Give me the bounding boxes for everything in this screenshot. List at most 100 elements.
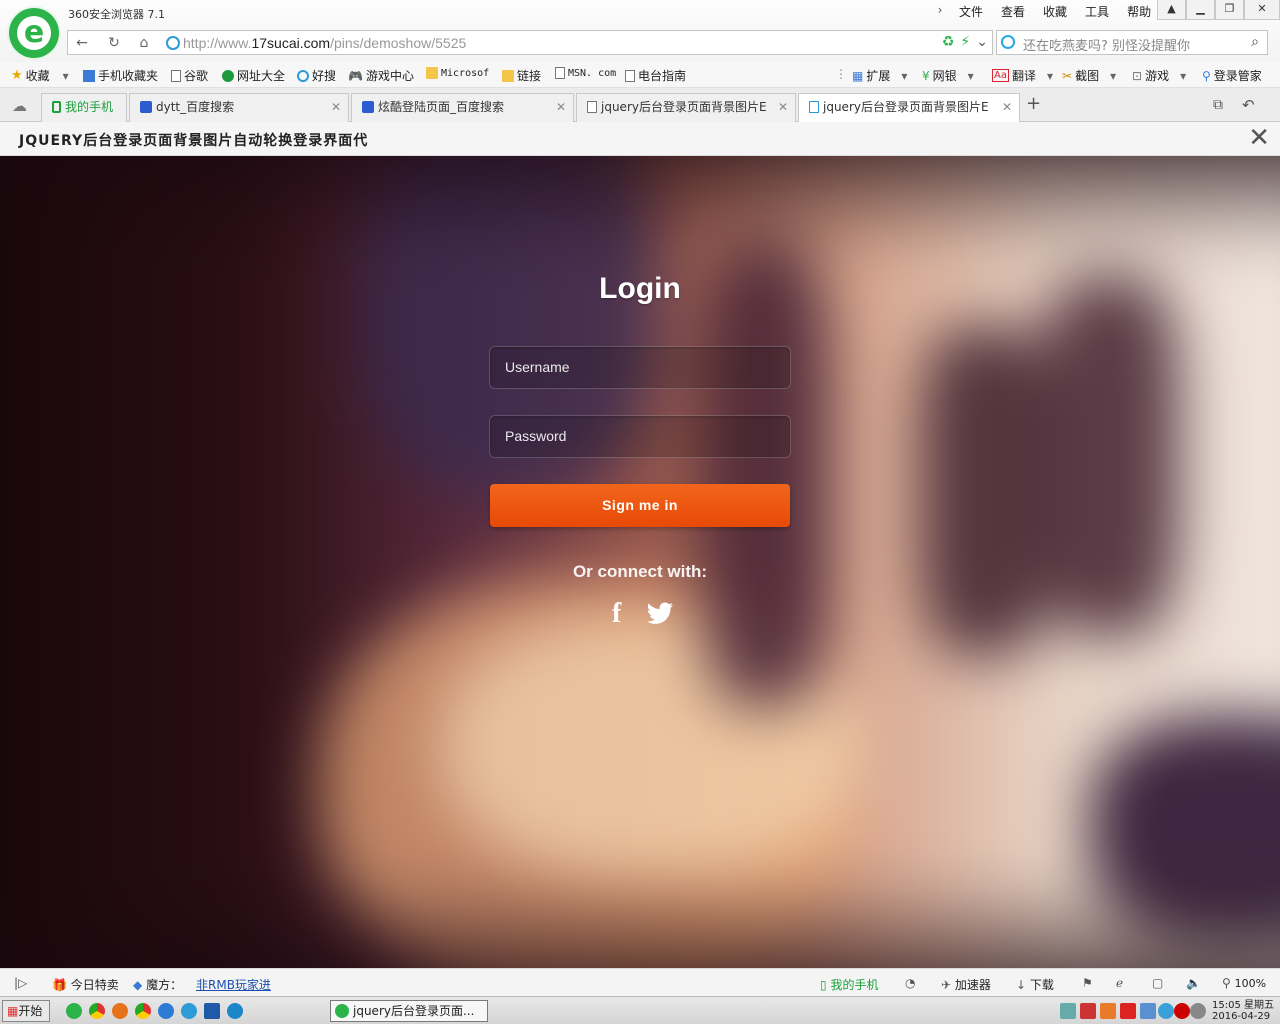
bookmarks-bar: ★ 收藏 ▾ 手机收藏夹 谷歌 网址大全 好搜 🎮 游戏中心 Microsof 链接 … bbox=[0, 62, 1280, 88]
chrome-canary-icon[interactable] bbox=[135, 1003, 151, 1019]
close-demo-icon[interactable]: ✕ bbox=[1248, 125, 1270, 151]
bookmark-google[interactable]: 谷歌 bbox=[171, 67, 208, 84]
clock[interactable]: 15:05 星期五 2016-04-29 bbox=[1212, 1000, 1274, 1022]
zoom-level[interactable]: ⚲ 100% bbox=[1222, 976, 1266, 990]
back-arrow-icon[interactable]: ← bbox=[72, 34, 92, 52]
app-blue-icon[interactable] bbox=[227, 1003, 243, 1019]
url-input[interactable]: http://www.17sucai.com/pins/demoshow/552… bbox=[183, 35, 466, 51]
address-dropdown-icon[interactable]: ⌄ bbox=[976, 34, 988, 50]
page-icon bbox=[809, 101, 819, 113]
maximize-button[interactable]: ❐ bbox=[1215, 0, 1244, 20]
tab-dytt-search[interactable]: dytt_百度搜索 ✕ bbox=[129, 93, 349, 122]
sign-in-button[interactable]: Sign me in bbox=[490, 484, 790, 527]
tray-network-icon[interactable] bbox=[1060, 1003, 1076, 1019]
recycle-icon[interactable]: ♻ bbox=[942, 34, 955, 50]
menu-item-help[interactable]: 帮助 bbox=[1118, 3, 1160, 20]
toolbar-games[interactable]: ⊡ 游戏 ▾ bbox=[1132, 67, 1186, 84]
magic-promo-link[interactable]: 非RMB玩家进 bbox=[196, 976, 271, 993]
bookmark-hao360[interactable]: 网址大全 bbox=[222, 67, 285, 84]
bookmark-radio-guide[interactable]: 电台指南 bbox=[625, 67, 686, 84]
volume-icon[interactable]: 🔈 bbox=[1186, 976, 1201, 990]
skin-icon[interactable]: ▲ bbox=[1157, 0, 1186, 20]
bookmark-microsoft[interactable]: Microsof bbox=[426, 67, 489, 79]
minimize-button[interactable]: ▁ bbox=[1186, 0, 1215, 20]
tray-app-icon[interactable] bbox=[1100, 1003, 1116, 1019]
flag-icon[interactable]: ⚑ bbox=[1082, 976, 1093, 990]
tray-pen-icon[interactable] bbox=[1080, 1003, 1096, 1019]
bookmark-mobile-favorites[interactable]: 手机收藏夹 bbox=[83, 67, 158, 84]
cloud-icon[interactable]: ☁ bbox=[12, 97, 27, 115]
menu-chevron-icon[interactable]: › bbox=[930, 3, 950, 20]
menu-item-file[interactable]: 文件 bbox=[950, 3, 992, 20]
globe-icon bbox=[222, 69, 234, 82]
deal-link[interactable]: 🎁 今日特卖 bbox=[52, 976, 119, 993]
toolbar-extensions[interactable]: ▦ 扩展 ▾ bbox=[852, 67, 907, 84]
facebook-icon[interactable]: f bbox=[612, 598, 621, 630]
bookmark-favorites[interactable]: ★ 收藏 ▾ bbox=[11, 67, 69, 84]
ie-alt-icon[interactable] bbox=[181, 1003, 197, 1019]
tray-shield-icon[interactable] bbox=[1158, 1003, 1174, 1019]
toolbar-translate[interactable]: Aa 翻译 ▾ bbox=[992, 67, 1053, 84]
close-tab-icon[interactable]: ✕ bbox=[556, 94, 566, 121]
status-bar: |▷ 🎁 今日特卖 ◆ 魔方： 非RMB玩家进 ▯ 我的手机 ◔ ✈ 加速器 ↓… bbox=[0, 968, 1280, 996]
app-icon[interactable] bbox=[204, 1003, 220, 1019]
close-tab-icon[interactable]: ✕ bbox=[999, 94, 1012, 121]
bookmark-haosou[interactable]: 好搜 bbox=[297, 67, 336, 84]
download-button[interactable]: ↓ 下载 bbox=[1016, 976, 1054, 993]
my-phone-status[interactable]: ▯ 我的手机 bbox=[820, 976, 878, 993]
download-icon: ↓ bbox=[1016, 978, 1027, 992]
speed-mode-icon[interactable]: ⚡ bbox=[960, 34, 970, 50]
ie-mode-icon[interactable]: ℯ bbox=[1116, 976, 1123, 990]
extensions-icon: ▦ bbox=[852, 68, 864, 83]
firefox-icon[interactable] bbox=[112, 1003, 128, 1019]
search-icon[interactable]: ⌕ bbox=[1251, 34, 1259, 50]
page-icon bbox=[625, 69, 635, 82]
bookmark-links[interactable]: 链接 bbox=[502, 67, 541, 84]
home-icon[interactable]: ⌂ bbox=[134, 34, 154, 52]
menu-item-favorites[interactable]: 收藏 bbox=[1034, 3, 1076, 20]
menu-item-tools[interactable]: 工具 bbox=[1076, 3, 1118, 20]
tab-my-phone[interactable]: 我的手机 bbox=[41, 93, 127, 122]
speed-dial-icon[interactable]: ◔ bbox=[905, 976, 915, 990]
tab-jquery-login-1[interactable]: jquery后台登录页面背景图片E ✕ bbox=[576, 93, 796, 122]
search-engine-icon[interactable] bbox=[1001, 35, 1015, 49]
tray-flag-icon[interactable] bbox=[1120, 1003, 1136, 1019]
bookmark-game-center[interactable]: 🎮 游戏中心 bbox=[348, 67, 414, 84]
windows-logo-icon: ▦ bbox=[7, 1004, 19, 1018]
close-window-button[interactable]: ✕ bbox=[1244, 0, 1280, 20]
search-input[interactable]: 还在吃燕麦吗? 别怪没提醒你 bbox=[1023, 35, 1190, 54]
toolbar-ebank[interactable]: ¥ 网银 ▾ bbox=[922, 67, 974, 84]
site-security-icon bbox=[166, 36, 180, 50]
ie-icon[interactable] bbox=[158, 1003, 174, 1019]
refresh-icon[interactable]: ↻ bbox=[104, 34, 124, 52]
bookmark-msn[interactable]: MSN. com bbox=[555, 67, 616, 79]
star-icon: ★ bbox=[11, 68, 23, 83]
tray-stop-icon[interactable] bbox=[1174, 1003, 1190, 1019]
phone-icon: ▯ bbox=[820, 978, 827, 992]
tab-jquery-login-2[interactable]: jquery后台登录页面背景图片E ✕ bbox=[798, 93, 1020, 123]
password-input[interactable]: Password bbox=[489, 415, 791, 458]
close-tab-icon[interactable]: ✕ bbox=[775, 94, 788, 121]
menu-item-view[interactable]: 查看 bbox=[992, 3, 1034, 20]
start-button[interactable]: ▦开始 bbox=[2, 1000, 50, 1022]
accelerator-button[interactable]: ✈ 加速器 bbox=[941, 976, 991, 993]
new-tab-icon[interactable]: + bbox=[1026, 93, 1041, 114]
page-icon bbox=[171, 69, 181, 82]
close-tab-icon[interactable]: ✕ bbox=[331, 94, 341, 121]
sidebar-toggle-icon[interactable]: |▷ bbox=[14, 976, 27, 990]
chrome-icon[interactable] bbox=[89, 1003, 105, 1019]
baidu-paw-icon bbox=[362, 101, 374, 113]
360-browser-icon[interactable] bbox=[66, 1003, 82, 1019]
tray-security-icon[interactable] bbox=[1140, 1003, 1156, 1019]
window-icon[interactable]: ▢ bbox=[1152, 976, 1163, 990]
undo-close-icon[interactable]: ↶ bbox=[1242, 96, 1255, 114]
toolbar-screenshot[interactable]: ✂ 截图 ▾ bbox=[1062, 67, 1116, 84]
tray-clock-icon[interactable] bbox=[1190, 1003, 1206, 1019]
tab-list-icon[interactable]: ⧉ bbox=[1213, 97, 1223, 113]
twitter-icon[interactable] bbox=[646, 602, 674, 624]
search-box[interactable]: 还在吃燕麦吗? 别怪没提醒你 ⌕ bbox=[996, 30, 1268, 55]
username-input[interactable]: Username bbox=[489, 346, 791, 389]
taskbar-browser-window[interactable]: jquery后台登录页面... bbox=[330, 1000, 488, 1022]
toolbar-login-manager[interactable]: ⚲ 登录管家 bbox=[1202, 67, 1262, 84]
tab-cool-login-search[interactable]: 炫酷登陆页面_百度搜索 ✕ bbox=[351, 93, 574, 122]
